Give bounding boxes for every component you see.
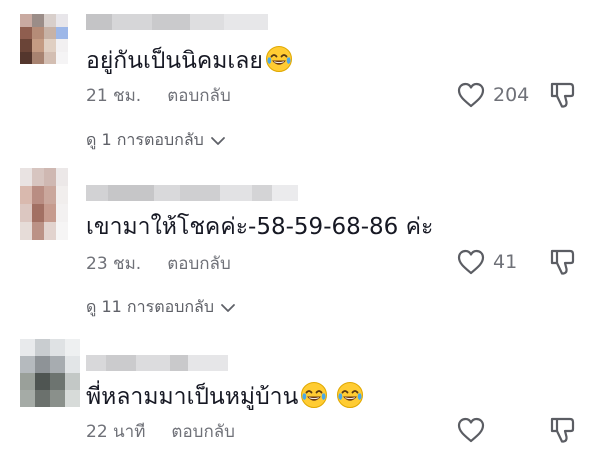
view-replies-button[interactable]: ดู 1 การตอบกลับ	[86, 128, 226, 153]
view-replies-label: ดู 11 การตอบกลับ	[86, 297, 214, 316]
heart-icon	[457, 417, 485, 443]
reply-button[interactable]: ตอบกลับ	[167, 82, 231, 109]
comment-time: 21 ชม.	[86, 85, 142, 106]
username-blurred[interactable]	[86, 14, 268, 30]
view-replies-button[interactable]: ดู 11 การตอบกลับ	[86, 295, 236, 320]
thumbs-down-icon[interactable]	[548, 415, 578, 445]
comment-time: 23 ชม.	[86, 253, 142, 274]
avatar[interactable]	[20, 339, 80, 407]
username-blurred[interactable]	[86, 185, 298, 201]
comment-body: เขามาให้โชคค่ะ-58-59-68-86 ค่ะ	[86, 214, 434, 240]
chevron-down-icon	[221, 303, 235, 312]
face-with-tears-of-joy-icon	[337, 382, 364, 408]
heart-icon	[457, 82, 485, 108]
comment-meta: 21 ชม. ตอบกลับ	[86, 83, 231, 107]
comment-item: พี่หลามมาเป็นหมู่บ้าน 22 นาที ตอบกลับ	[0, 335, 600, 451]
comment-text: อยู่กันเป็นนิคมเลย	[86, 45, 293, 76]
avatar[interactable]	[20, 168, 68, 240]
thumbs-down-icon[interactable]	[548, 247, 578, 277]
comment-meta: 23 ชม. ตอบกลับ	[86, 251, 231, 275]
reply-button[interactable]: ตอบกลับ	[167, 250, 231, 277]
comment-meta: 22 นาที ตอบกลับ	[86, 419, 235, 443]
like-button[interactable]: 204	[456, 80, 529, 110]
username-blurred[interactable]	[86, 355, 228, 371]
face-with-tears-of-joy-icon	[265, 46, 292, 72]
like-count: 41	[493, 251, 518, 273]
comment-text: เขามาให้โชคค่ะ-58-59-68-86 ค่ะ	[86, 212, 433, 242]
view-replies-label: ดู 1 การตอบกลับ	[86, 130, 204, 149]
chevron-down-icon	[210, 136, 225, 145]
face-with-tears-of-joy-icon	[301, 382, 328, 408]
comment-body: พี่หลามมาเป็นหมู่บ้าน	[86, 384, 299, 410]
comment-item: เขามาให้โชคค่ะ-58-59-68-86 ค่ะ 23 ชม. ตอ…	[0, 165, 600, 325]
comment-time: 22 นาที	[86, 421, 146, 442]
like-button[interactable]	[456, 415, 486, 445]
avatar[interactable]	[20, 14, 68, 64]
like-button[interactable]: 41	[456, 247, 517, 277]
thumbs-down-icon[interactable]	[548, 80, 578, 110]
like-count: 204	[493, 84, 530, 106]
heart-icon	[457, 249, 485, 275]
reply-button[interactable]: ตอบกลับ	[171, 418, 235, 445]
comment-item: อยู่กันเป็นนิคมเลย 21 ชม. ตอบกลับ 204 ดู…	[0, 0, 600, 150]
comment-text: พี่หลามมาเป็นหมู่บ้าน	[86, 381, 364, 412]
comment-body: อยู่กันเป็นนิคมเลย	[86, 48, 263, 74]
